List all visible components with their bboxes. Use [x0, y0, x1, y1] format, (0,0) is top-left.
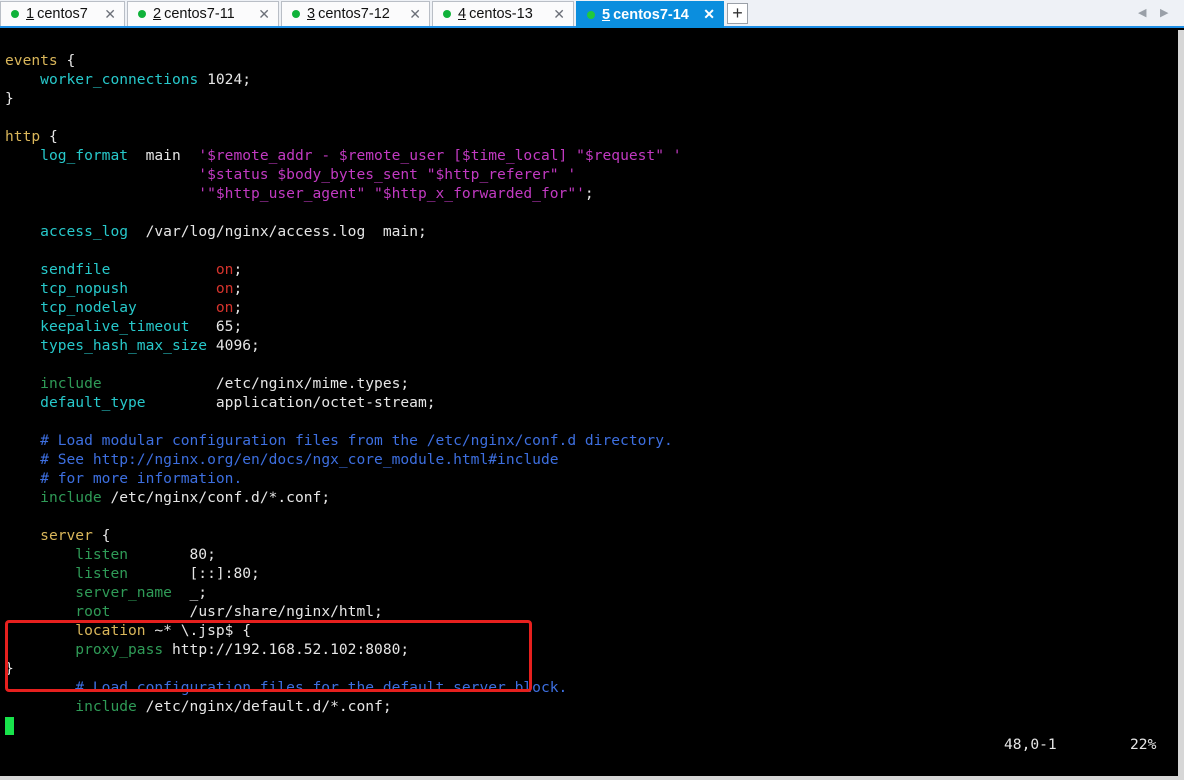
code-line: sendfile on;	[40, 261, 243, 278]
code-comment: # See http://nginx.org/en/docs/ngx_core_…	[40, 451, 559, 468]
tab-session-2[interactable]: 2 centos7-11 ✕	[127, 1, 279, 26]
scroll-tabs-left-icon[interactable]: ◀	[1138, 6, 1146, 19]
code-line: types_hash_max_size 4096;	[40, 337, 260, 354]
code-line: worker_connections 1024;	[40, 71, 252, 88]
cursor-position: 48,0-1	[1004, 736, 1057, 753]
close-icon[interactable]: ✕	[703, 6, 715, 23]
connected-status-icon	[587, 11, 595, 19]
close-icon[interactable]: ✕	[258, 6, 270, 23]
tab-label: centos7-12	[318, 6, 390, 22]
code-line: events {	[5, 52, 76, 69]
code-line: log_format main '$remote_addr - $remote_…	[40, 147, 682, 164]
connected-status-icon	[11, 10, 19, 18]
code-line: default_type application/octet-stream;	[40, 394, 436, 411]
code-comment: # for more information.	[40, 470, 243, 487]
tab-number: 4	[458, 6, 467, 22]
close-icon[interactable]: ✕	[553, 6, 565, 23]
tab-session-1[interactable]: 1 centos7 ✕	[0, 1, 125, 26]
code-line: server_name _;	[75, 584, 208, 601]
tab-number: 2	[153, 6, 162, 22]
code-line: root /usr/share/nginx/html;	[75, 603, 383, 620]
window-bottom-border	[0, 776, 1184, 780]
close-icon[interactable]: ✕	[409, 6, 421, 23]
connected-status-icon	[138, 10, 146, 18]
tab-session-5[interactable]: 5 centos7-14 ✕	[576, 1, 724, 28]
code-line: access_log /var/log/nginx/access.log mai…	[40, 223, 427, 240]
tab-label: centos7	[37, 6, 88, 22]
terminal-cursor	[5, 717, 14, 735]
tab-label: centos7-14	[613, 7, 689, 23]
add-tab-button[interactable]: +	[727, 3, 748, 24]
terminal-view[interactable]: events { worker_connections 1024; } http…	[0, 30, 1178, 776]
code-comment: # Load modular configuration files from …	[40, 432, 673, 449]
code-line: listen [::]:80;	[75, 565, 260, 582]
window-right-border	[1178, 30, 1184, 780]
code-line: '"$http_user_agent" "$http_x_forwarded_f…	[198, 185, 594, 202]
tab-number: 1	[26, 6, 35, 22]
tab-session-4[interactable]: 4 centos-13 ✕	[432, 1, 574, 26]
scroll-tabs-right-icon[interactable]: ▶	[1160, 6, 1168, 19]
tab-number: 3	[307, 6, 316, 22]
code-line: server {	[40, 527, 111, 544]
code-line: http {	[5, 128, 58, 145]
code-line: include /etc/nginx/default.d/*.conf;	[75, 698, 392, 715]
tab-label: centos-13	[469, 6, 533, 22]
scroll-percent: 22%	[1130, 736, 1157, 753]
connected-status-icon	[443, 10, 451, 18]
code-line: keepalive_timeout 65;	[40, 318, 243, 335]
connected-status-icon	[292, 10, 300, 18]
tab-number: 5	[602, 7, 611, 23]
tab-label: centos7-11	[164, 6, 235, 22]
code-line: include /etc/nginx/mime.types;	[40, 375, 410, 392]
code-line: '$status $body_bytes_sent "$http_referer…	[198, 166, 577, 183]
code-line: }	[5, 90, 14, 107]
code-line: tcp_nopush on;	[40, 280, 243, 297]
code-line: listen 80;	[75, 546, 216, 563]
code-line: tcp_nodelay on;	[40, 299, 243, 316]
tab-session-3[interactable]: 3 centos7-12 ✕	[281, 1, 430, 26]
tab-bar: 1 centos7 ✕ 2 centos7-11 ✕ 3 centos7-12 …	[0, 0, 1184, 28]
close-icon[interactable]: ✕	[104, 6, 116, 23]
code-line: include /etc/nginx/conf.d/*.conf;	[40, 489, 331, 506]
highlight-annotation-box	[5, 620, 532, 692]
